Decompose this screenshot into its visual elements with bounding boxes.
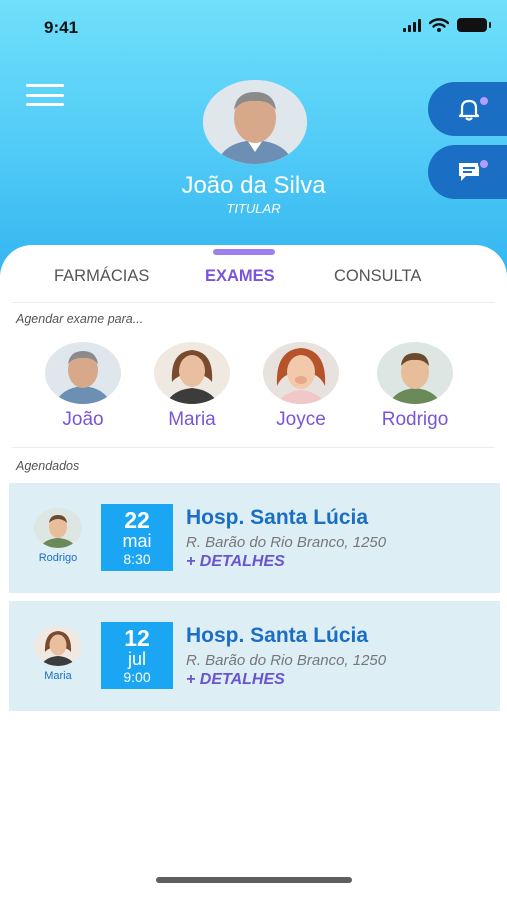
member-name: Rodrigo xyxy=(381,409,449,430)
avatar xyxy=(263,342,339,404)
details-link[interactable]: + DETALHES xyxy=(186,671,285,689)
avatar xyxy=(34,626,82,666)
battery-icon xyxy=(457,18,491,32)
date-badge: 12 jul 9:00 xyxy=(101,622,173,689)
members-list: João Maria Joyce Rodrigo xyxy=(0,342,507,437)
schedule-for-label: Agendar exame para... xyxy=(16,312,144,326)
appointment-place: Hosp. Santa Lúcia xyxy=(186,506,369,529)
date-time: 8:30 xyxy=(123,551,151,567)
member-maria[interactable]: Maria xyxy=(137,342,247,431)
avatar xyxy=(377,342,453,404)
member-rodrigo[interactable]: Rodrigo xyxy=(360,342,470,431)
date-badge: 22 mai 8:30 xyxy=(101,504,173,571)
member-name: Joyce xyxy=(276,409,326,430)
sheet-grabber[interactable] xyxy=(213,249,275,255)
date-time: 9:00 xyxy=(123,669,151,685)
details-link[interactable]: + DETALHES xyxy=(186,553,285,571)
member-joao[interactable]: João xyxy=(28,342,138,431)
appointment-address: R. Barão do Rio Branco, 1250 xyxy=(186,534,387,551)
home-indicator[interactable] xyxy=(156,877,352,883)
messages-button[interactable] xyxy=(428,145,507,199)
notification-dot xyxy=(478,95,490,107)
status-time: 9:41 xyxy=(44,18,79,37)
member-name: João xyxy=(62,409,104,430)
divider xyxy=(12,447,495,448)
date-month: mai xyxy=(122,531,152,551)
wifi-icon xyxy=(429,18,449,32)
status-bar: 9:41 xyxy=(0,0,507,50)
tab-farmacias[interactable]: FARMÁCIAS xyxy=(54,267,149,286)
date-day: 12 xyxy=(124,625,150,651)
content-sheet: FARMÁCIAS EXAMES CONSULTA Agendar exame … xyxy=(0,245,507,900)
scheduled-label: Agendados xyxy=(16,459,80,473)
avatar xyxy=(154,342,230,404)
member-joyce[interactable]: Joyce xyxy=(246,342,356,431)
avatar xyxy=(45,342,121,404)
appointment-address: R. Barão do Rio Branco, 1250 xyxy=(186,652,387,669)
tab-exames[interactable]: EXAMES xyxy=(205,267,275,286)
tab-consulta[interactable]: CONSULTA xyxy=(334,267,421,286)
appointment-person: Maria xyxy=(44,670,72,682)
member-name: Maria xyxy=(168,409,216,430)
status-icons xyxy=(403,18,491,32)
divider xyxy=(12,302,495,303)
avatar xyxy=(34,508,82,548)
appointment-place: Hosp. Santa Lúcia xyxy=(186,624,369,647)
appointment-person: Rodrigo xyxy=(38,552,78,564)
date-day: 22 xyxy=(124,507,150,533)
profile-avatar[interactable] xyxy=(203,80,307,164)
tab-bar: FARMÁCIAS EXAMES CONSULTA xyxy=(0,267,507,287)
message-dot xyxy=(478,158,490,170)
profile-role: TITULAR xyxy=(226,201,281,216)
notifications-button[interactable] xyxy=(428,82,507,136)
hamburger-menu-icon[interactable] xyxy=(26,84,64,106)
appointment-card[interactable]: Maria 12 jul 9:00 Hosp. Santa Lúcia R. B… xyxy=(9,601,500,711)
appointment-card[interactable]: Rodrigo 22 mai 8:30 Hosp. Santa Lúcia R.… xyxy=(9,483,500,593)
date-month: jul xyxy=(127,649,146,669)
cellular-signal-icon xyxy=(403,18,421,32)
